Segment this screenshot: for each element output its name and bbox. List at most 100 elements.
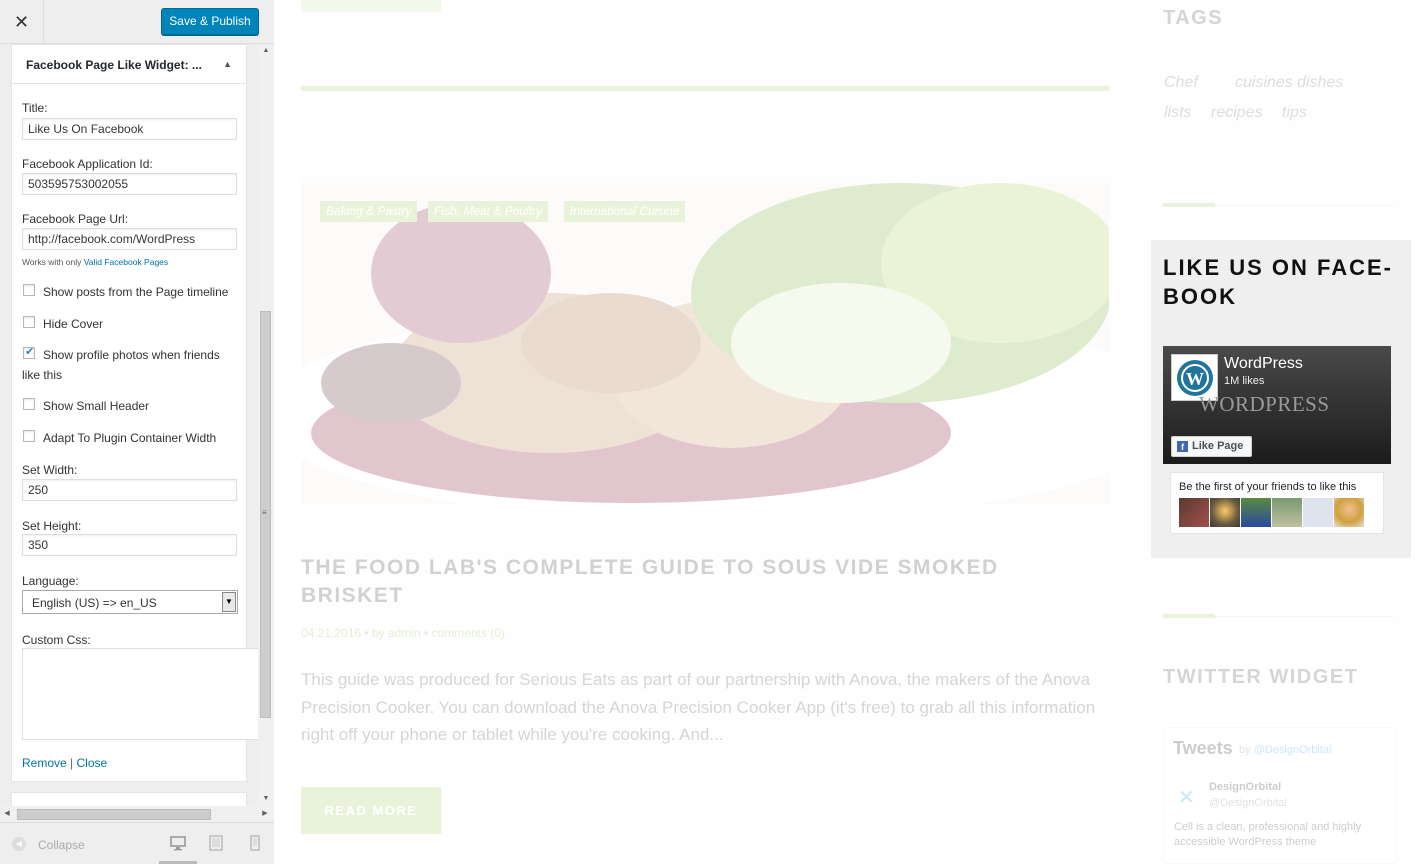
tag-link[interactable]: cuisines xyxy=(1235,74,1293,92)
previous-read-more-button[interactable] xyxy=(301,0,441,12)
tags-widget-title: TAGS xyxy=(1163,7,1224,29)
save-publish-button[interactable]: Save & Publish xyxy=(161,8,259,35)
like-page-button[interactable]: f Like Page xyxy=(1171,436,1252,457)
tweet-text: Cell is a clean, professional and highly… xyxy=(1174,821,1362,848)
tweet-author-handle[interactable]: @DesignOrbital xyxy=(1209,797,1287,809)
post-accent-line xyxy=(301,86,1109,91)
svg-text:W: W xyxy=(1186,369,1204,389)
dropdown-arrow-icon[interactable]: ▼ xyxy=(222,592,236,612)
valid-pages-link[interactable]: Valid Facebook Pages xyxy=(84,257,168,267)
show-posts-checkbox[interactable] xyxy=(23,284,35,296)
adapt-width-checkbox[interactable] xyxy=(23,430,35,442)
width-label: Set Width: xyxy=(22,463,78,477)
friend-avatar[interactable] xyxy=(1179,498,1209,527)
sidebar-footer: ◀ Collapse xyxy=(0,822,274,864)
friend-avatar[interactable] xyxy=(1272,498,1302,527)
appid-input[interactable]: 503595753002055 xyxy=(22,173,237,195)
facebook-page-name[interactable]: WordPress xyxy=(1224,355,1303,373)
facebook-likes-count: 1M likes xyxy=(1224,375,1265,387)
sidebar-scroll-area: Facebook Page Like Widget: ... ▲ Title: … xyxy=(0,44,258,806)
tag-link[interactable]: tips xyxy=(1282,104,1307,122)
category-tag[interactable]: International Cuisine xyxy=(564,201,686,222)
pageurl-label: Facebook Page Url: xyxy=(22,212,129,226)
language-value: English (US) => en_US xyxy=(32,596,157,610)
custom-css-textarea[interactable] xyxy=(22,648,258,740)
facebook-friends-box: Be the first of your friends to like thi… xyxy=(1170,472,1384,534)
scroll-left-icon[interactable]: ◀ xyxy=(0,806,14,822)
meta-bullet: • xyxy=(364,626,369,640)
desktop-preview-icon[interactable] xyxy=(170,835,186,851)
hide-cover-checkbox[interactable] xyxy=(23,316,35,328)
small-header-checkbox[interactable] xyxy=(23,398,35,410)
facebook-like-widget: LIKE US ON FACE-BOOK W WordPress 1M like… xyxy=(1151,240,1411,558)
tweet-author-name[interactable]: DesignOrbital xyxy=(1209,781,1281,793)
title-input[interactable]: Like Us On Facebook xyxy=(22,118,237,140)
scroll-right-icon[interactable]: ▶ xyxy=(258,806,272,822)
customizer-app: ✕ Save & Publish Facebook Page Like Widg… xyxy=(0,0,1419,864)
category-tag[interactable]: Baking & Pastry xyxy=(320,201,418,222)
pageurl-input[interactable]: http://facebook.com/WordPress xyxy=(22,228,237,250)
tag-link[interactable]: recipes xyxy=(1211,104,1263,122)
remove-link[interactable]: Remove xyxy=(22,756,67,770)
show-posts-label: Show posts from the Page timeline xyxy=(43,285,229,299)
tag-link[interactable]: dishes xyxy=(1297,74,1343,92)
hide-cover-label: Hide Cover xyxy=(43,317,104,331)
friend-avatar[interactable] xyxy=(1241,498,1271,527)
tweets-by-prefix: by xyxy=(1239,744,1254,756)
friend-avatar[interactable] xyxy=(1334,498,1364,527)
horizontal-scrollbar[interactable]: ◀ ▶ xyxy=(0,806,274,822)
facebook-f-icon: f xyxy=(1177,441,1188,452)
language-select[interactable]: English (US) => en_US ▼ xyxy=(22,590,238,614)
meta-bullet: • xyxy=(424,626,429,640)
collapse-icon[interactable]: ◀ xyxy=(12,837,26,851)
like-page-label: Like Page xyxy=(1192,440,1244,452)
friends-text: Be the first of your friends to like thi… xyxy=(1179,481,1357,493)
collapse-button[interactable]: Collapse xyxy=(38,838,85,852)
post-comments-link[interactable]: comments (0) xyxy=(432,626,505,640)
collapse-arrow-icon[interactable]: ▲ xyxy=(223,59,232,69)
close-customizer-button[interactable]: ✕ xyxy=(0,0,44,44)
tweets-by: by @DesignOrbital xyxy=(1239,744,1332,756)
widget-header[interactable]: Facebook Page Like Widget: ... ▲ xyxy=(12,45,246,84)
scroll-up-icon[interactable]: ▲ xyxy=(258,44,274,58)
hscrollbar-thumb[interactable] xyxy=(17,809,211,820)
facebook-widget-panel: Facebook Page Like Widget: ... ▲ Title: … xyxy=(11,44,258,782)
sidebar-header: ✕ Save & Publish xyxy=(0,0,274,44)
post-featured-image[interactable] xyxy=(301,183,1109,504)
title-label: Title: xyxy=(22,101,48,115)
close-link[interactable]: Close xyxy=(76,756,107,770)
twitter-widget-title: TWITTER WIDGET xyxy=(1163,666,1359,688)
post-author-link[interactable]: by admin xyxy=(372,626,421,640)
width-input[interactable]: 250 xyxy=(22,479,237,501)
facebook-page-plugin[interactable]: W WordPress 1M likes WORDPRESS f Like Pag… xyxy=(1163,346,1391,464)
tweets-by-handle[interactable]: @DesignOrbital xyxy=(1254,744,1332,756)
height-input[interactable]: 350 xyxy=(22,534,237,556)
grip-icon: ≡ xyxy=(262,508,267,517)
post-title[interactable]: The Food Lab's Complete Guide to Sous Vi… xyxy=(301,554,1061,610)
category-tag[interactable]: Fish, Meat & Poultry xyxy=(428,201,549,222)
scroll-down-icon[interactable]: ▼ xyxy=(258,792,274,806)
tweets-heading: Tweets xyxy=(1173,738,1233,758)
mobile-preview-icon[interactable] xyxy=(247,835,263,851)
scrollbar-thumb[interactable]: ≡ xyxy=(260,311,271,718)
vertical-scrollbar[interactable]: ▲ ≡ ▼ xyxy=(258,44,274,806)
tag-link[interactable]: Chef xyxy=(1164,74,1198,92)
widget-title: Facebook Page Like Widget: ... xyxy=(26,58,202,72)
tag-link[interactable]: lists xyxy=(1164,104,1192,122)
small-header-label: Show Small Header xyxy=(43,399,150,413)
read-more-button[interactable]: READ MORE xyxy=(301,787,441,834)
post-excerpt: This guide was produced for Serious Eats… xyxy=(301,670,1096,744)
friend-avatar[interactable] xyxy=(1210,498,1240,527)
tablet-preview-icon[interactable] xyxy=(208,835,224,851)
adapt-width-label: Adapt To Plugin Container Width xyxy=(43,431,217,445)
twitter-timeline[interactable]: Tweets by @DesignOrbital ✕ DesignOrbital… xyxy=(1163,727,1397,864)
friend-avatar-placeholder[interactable] xyxy=(1303,498,1333,527)
height-label: Set Height: xyxy=(22,519,82,533)
next-widget-panel[interactable] xyxy=(11,792,247,806)
facebook-widget-title: LIKE US ON FACE-BOOK xyxy=(1163,255,1394,309)
language-label: Language: xyxy=(22,574,79,588)
cover-wordmark: WORDPRESS xyxy=(1199,392,1330,416)
divider-accent xyxy=(1163,203,1215,207)
custom-css-label: Custom Css: xyxy=(22,633,91,647)
post-meta: 04.21.2016 • by admin • comments (0) xyxy=(301,626,505,640)
